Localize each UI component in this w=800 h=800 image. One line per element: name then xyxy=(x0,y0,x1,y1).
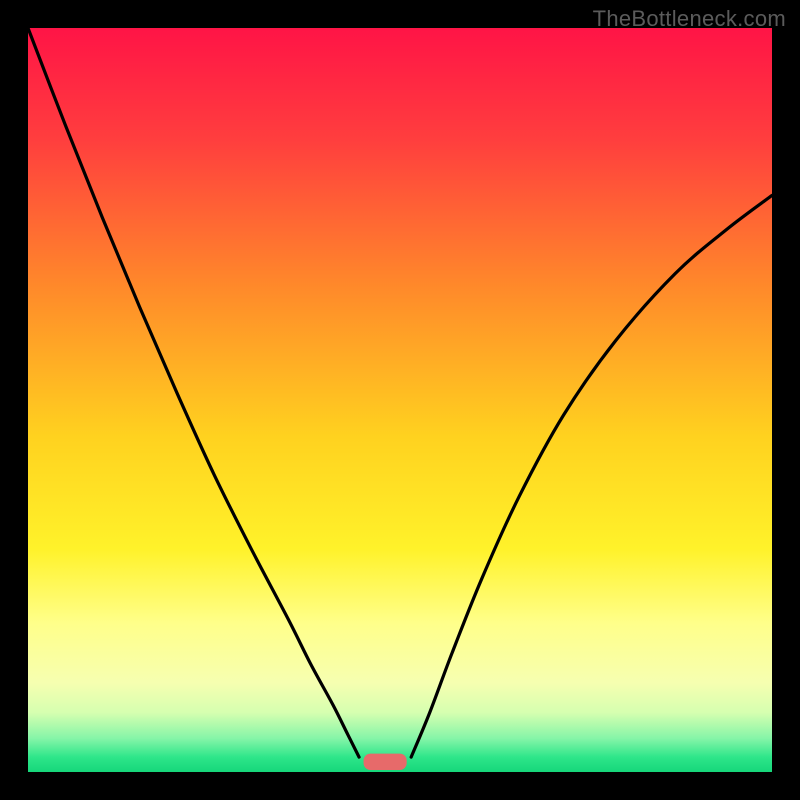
watermark-text: TheBottleneck.com xyxy=(593,6,786,32)
bottleneck-marker xyxy=(364,754,407,770)
gradient-background xyxy=(28,28,772,772)
chart-frame: TheBottleneck.com xyxy=(0,0,800,800)
plot-area xyxy=(28,28,772,772)
chart-svg xyxy=(28,28,772,772)
